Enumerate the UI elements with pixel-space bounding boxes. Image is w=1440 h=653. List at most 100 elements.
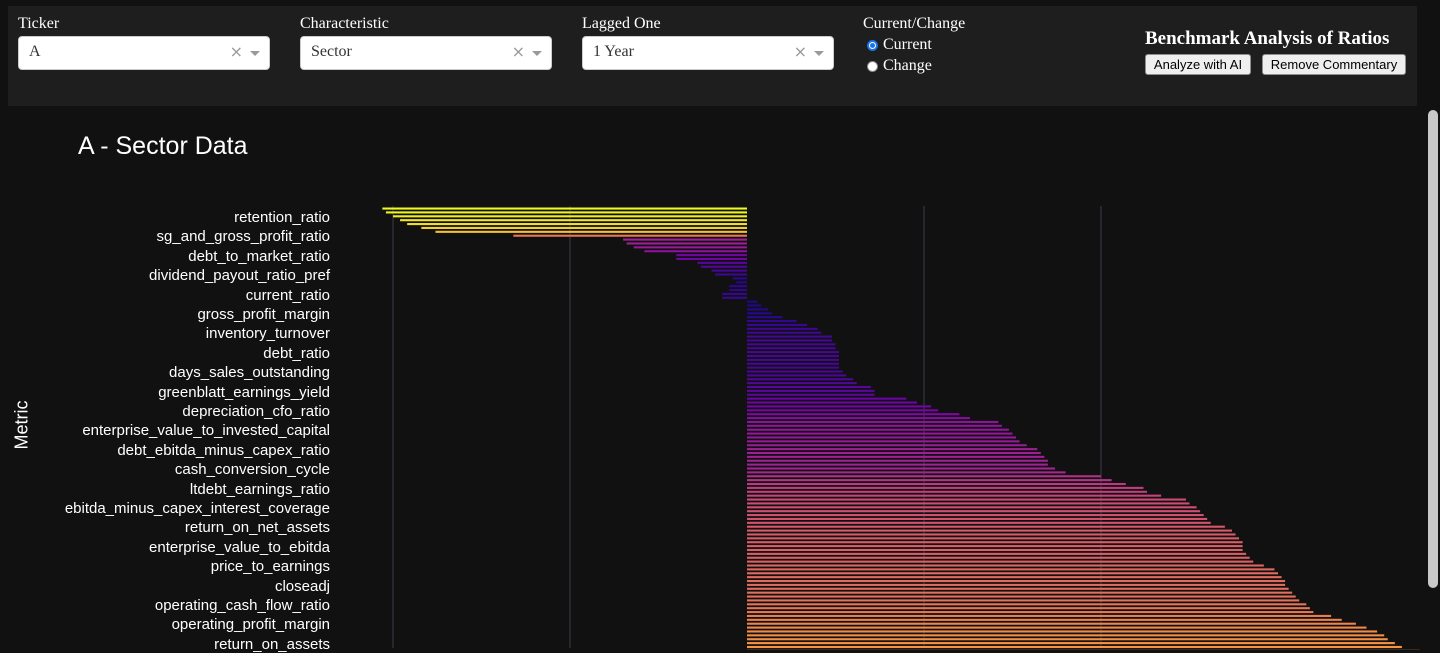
- bar[interactable]: [400, 219, 747, 221]
- bar[interactable]: [747, 336, 832, 338]
- bar[interactable]: [382, 208, 747, 210]
- bar[interactable]: [747, 355, 839, 357]
- bar[interactable]: [747, 514, 1204, 516]
- bar[interactable]: [747, 436, 1016, 438]
- bar[interactable]: [747, 308, 768, 310]
- bar[interactable]: [747, 444, 1027, 446]
- bar[interactable]: [747, 390, 874, 392]
- bar[interactable]: [747, 320, 797, 322]
- bar[interactable]: [747, 429, 1009, 431]
- bar[interactable]: [747, 464, 1048, 466]
- bar[interactable]: [747, 506, 1197, 508]
- bar[interactable]: [747, 347, 836, 349]
- bar[interactable]: [747, 584, 1285, 586]
- bar[interactable]: [722, 293, 747, 295]
- bar[interactable]: [747, 405, 931, 407]
- bar[interactable]: [747, 475, 1101, 477]
- bar[interactable]: [747, 630, 1377, 632]
- bar[interactable]: [747, 312, 772, 314]
- bar[interactable]: [747, 467, 1055, 469]
- bar[interactable]: [747, 417, 970, 419]
- bar[interactable]: [386, 211, 747, 213]
- bar[interactable]: [747, 402, 917, 404]
- bar[interactable]: [747, 599, 1299, 601]
- bar[interactable]: [747, 576, 1282, 578]
- bar[interactable]: [747, 339, 832, 341]
- bar[interactable]: [747, 386, 871, 388]
- bar[interactable]: [747, 611, 1313, 613]
- bar[interactable]: [747, 487, 1143, 489]
- bar[interactable]: [747, 642, 1395, 644]
- bar[interactable]: [747, 440, 1020, 442]
- bar[interactable]: [747, 553, 1246, 555]
- bar[interactable]: [747, 580, 1285, 582]
- bar[interactable]: [623, 239, 747, 241]
- bar[interactable]: [513, 235, 747, 237]
- bar[interactable]: [747, 549, 1243, 551]
- bar[interactable]: [747, 541, 1243, 543]
- bar[interactable]: [747, 471, 1066, 473]
- bar[interactable]: [747, 456, 1044, 458]
- bar[interactable]: [747, 479, 1112, 481]
- bar[interactable]: [747, 370, 843, 372]
- bar[interactable]: [747, 522, 1211, 524]
- bar[interactable]: [634, 246, 747, 248]
- bar[interactable]: [747, 351, 839, 353]
- bar[interactable]: [747, 638, 1388, 640]
- bar[interactable]: [747, 561, 1253, 563]
- bar[interactable]: [747, 603, 1306, 605]
- bar[interactable]: [747, 301, 758, 303]
- bar[interactable]: [733, 277, 747, 279]
- bar[interactable]: [697, 262, 747, 264]
- bar[interactable]: [407, 223, 747, 225]
- bar[interactable]: [676, 254, 747, 256]
- bar[interactable]: [747, 518, 1207, 520]
- bar[interactable]: [747, 359, 839, 361]
- bar[interactable]: [747, 564, 1264, 566]
- bar[interactable]: [729, 285, 747, 287]
- bar[interactable]: [747, 537, 1239, 539]
- bar[interactable]: [747, 607, 1310, 609]
- bar[interactable]: [747, 363, 839, 365]
- bar[interactable]: [747, 316, 782, 318]
- bar[interactable]: [747, 343, 836, 345]
- bar[interactable]: [747, 378, 853, 380]
- bar[interactable]: [722, 297, 747, 299]
- bar[interactable]: [747, 452, 1041, 454]
- bar[interactable]: [747, 413, 959, 415]
- bar[interactable]: [747, 533, 1236, 535]
- bar[interactable]: [747, 460, 1048, 462]
- bar[interactable]: [747, 510, 1200, 512]
- bar[interactable]: [701, 266, 747, 268]
- bar[interactable]: [747, 495, 1161, 497]
- bar[interactable]: [627, 242, 747, 244]
- bar[interactable]: [435, 231, 747, 233]
- bar[interactable]: [747, 557, 1250, 559]
- bar[interactable]: [747, 592, 1292, 594]
- bar[interactable]: [747, 623, 1356, 625]
- bar[interactable]: [747, 502, 1190, 504]
- bar[interactable]: [747, 615, 1331, 617]
- bar[interactable]: [747, 646, 1402, 648]
- bar[interactable]: [747, 328, 818, 330]
- bar[interactable]: [729, 289, 747, 291]
- bar[interactable]: [747, 374, 846, 376]
- bar[interactable]: [747, 491, 1147, 493]
- bar[interactable]: [676, 258, 747, 260]
- bar[interactable]: [747, 305, 761, 307]
- bar[interactable]: [644, 250, 747, 252]
- bar[interactable]: [747, 367, 839, 369]
- bar[interactable]: [747, 634, 1384, 636]
- bar[interactable]: [747, 619, 1342, 621]
- bar[interactable]: [747, 568, 1274, 570]
- bar[interactable]: [747, 324, 807, 326]
- bar[interactable]: [715, 273, 747, 275]
- bar[interactable]: [747, 588, 1289, 590]
- bar[interactable]: [747, 499, 1186, 501]
- bar[interactable]: [747, 382, 857, 384]
- bar[interactable]: [747, 530, 1232, 532]
- bar[interactable]: [747, 526, 1225, 528]
- bar[interactable]: [393, 215, 747, 217]
- bar[interactable]: [747, 425, 1002, 427]
- bar[interactable]: [747, 596, 1296, 598]
